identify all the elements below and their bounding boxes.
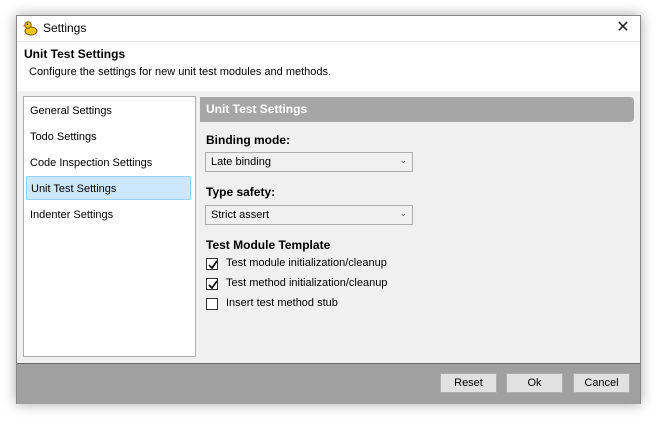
type-safety-select[interactable]: Strict assert ⌄ bbox=[205, 205, 413, 225]
duck-icon bbox=[22, 20, 38, 36]
close-icon[interactable]: ✕ bbox=[606, 16, 640, 41]
checkbox-box[interactable] bbox=[206, 258, 218, 270]
cancel-button[interactable]: Cancel bbox=[573, 373, 630, 393]
window-title: Settings bbox=[43, 21, 87, 35]
chevron-down-icon: ⌄ bbox=[399, 208, 407, 218]
sidebar-item-general[interactable]: General Settings bbox=[26, 99, 191, 123]
header-title: Unit Test Settings bbox=[24, 47, 126, 61]
module-init-label: Test module initialization/cleanup bbox=[226, 257, 387, 269]
template-label: Test Module Template bbox=[206, 238, 331, 252]
sidebar-item-code-inspection[interactable]: Code Inspection Settings bbox=[26, 151, 191, 175]
panel-header: Unit Test Settings bbox=[200, 97, 634, 122]
settings-window: Settings ✕ Unit Test Settings Configure … bbox=[16, 15, 641, 404]
binding-mode-value: Late binding bbox=[211, 156, 271, 168]
ok-button[interactable]: Ok bbox=[506, 373, 563, 393]
header: Unit Test Settings Configure the setting… bbox=[17, 41, 640, 92]
checkmark-icon bbox=[208, 280, 218, 290]
header-description: Configure the settings for new unit test… bbox=[29, 66, 332, 78]
method-init-label: Test method initialization/cleanup bbox=[226, 277, 388, 289]
checkbox-box[interactable] bbox=[206, 278, 218, 290]
reset-button[interactable]: Reset bbox=[440, 373, 497, 393]
sidebar-item-indenter[interactable]: Indenter Settings bbox=[26, 203, 191, 227]
title-bar: Settings ✕ bbox=[17, 16, 640, 41]
sidebar-item-unit-test[interactable]: Unit Test Settings bbox=[26, 176, 191, 200]
settings-sidebar: General Settings Todo Settings Code Insp… bbox=[23, 96, 196, 357]
type-safety-label: Type safety: bbox=[206, 185, 276, 199]
sidebar-item-todo[interactable]: Todo Settings bbox=[26, 125, 191, 149]
binding-mode-label: Binding mode: bbox=[206, 133, 290, 147]
checkmark-icon bbox=[208, 260, 218, 270]
footer: Reset Ok Cancel bbox=[17, 363, 640, 404]
settings-body: General Settings Todo Settings Code Insp… bbox=[17, 91, 640, 363]
type-safety-value: Strict assert bbox=[211, 209, 270, 221]
test-stub-label: Insert test method stub bbox=[226, 297, 338, 309]
checkbox-box[interactable] bbox=[206, 298, 218, 310]
binding-mode-select[interactable]: Late binding ⌄ bbox=[205, 152, 413, 172]
chevron-down-icon: ⌄ bbox=[399, 155, 407, 165]
panel-title: Unit Test Settings bbox=[206, 102, 308, 116]
